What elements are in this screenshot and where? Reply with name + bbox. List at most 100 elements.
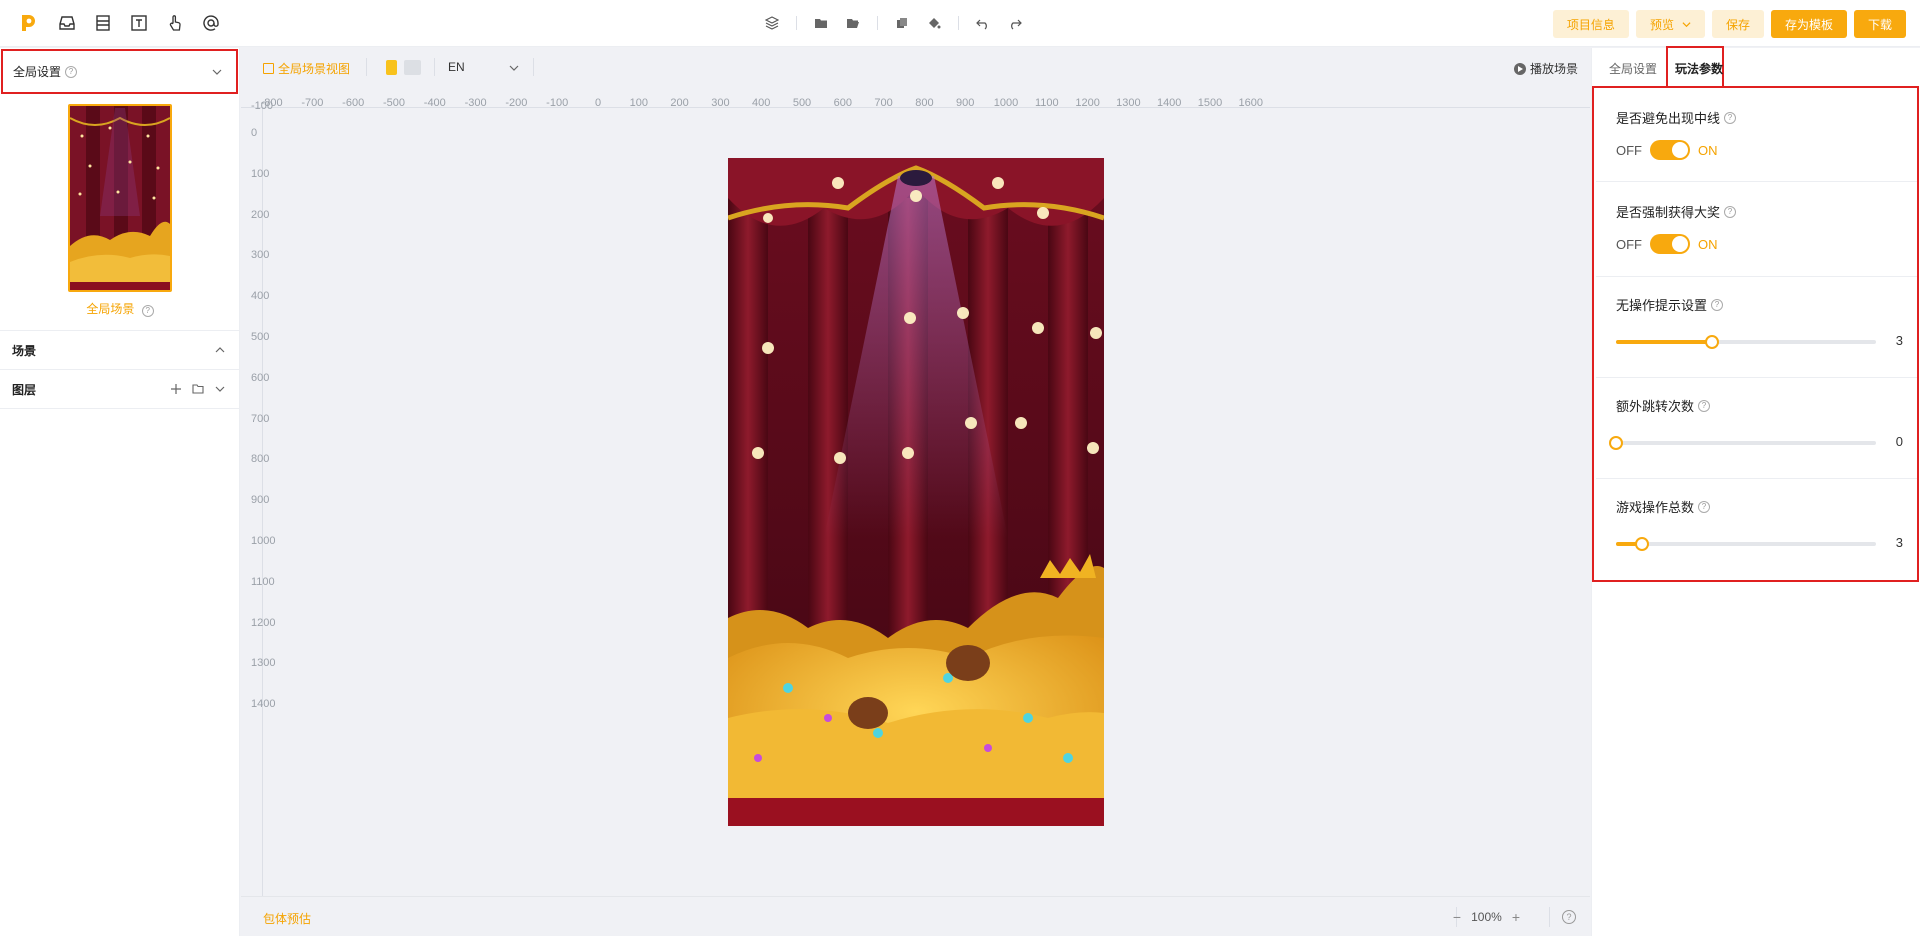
paint-icon[interactable] [926,15,942,31]
divider [1549,907,1550,927]
ruler-tick-label: 200 [670,97,689,109]
ruler-tick-label: 1400 [1156,97,1182,109]
param-label: 额外跳转次数 ? [1616,396,1711,415]
language-select[interactable]: EN [448,60,465,74]
play-scene-button[interactable]: 播放场景 [1513,60,1578,77]
at-icon[interactable] [200,12,222,34]
divider [796,16,797,30]
on-label: ON [1698,142,1718,158]
global-scene-label[interactable]: 全局场景 ? [0,300,240,317]
avoid-center-toggle[interactable] [1650,140,1690,160]
ruler-tick-label: 500 [792,97,812,109]
idle-hint-slider[interactable] [1616,335,1876,349]
undo-icon[interactable] [975,15,991,31]
logo-icon[interactable] [18,13,38,33]
save-button[interactable]: 保存 [1711,10,1764,38]
plus-icon[interactable] [170,383,182,395]
extra-jumps-slider[interactable] [1609,436,1876,450]
scene-canvas[interactable] [728,158,1104,826]
ruler-tick-label: 200 [251,208,270,221]
global-scene-thumbnail[interactable] [68,104,172,292]
chevron-down-icon[interactable] [214,383,226,395]
vertical-ruler: 0 100 200 300 400 500 600 700 800 900 1000 1100 1200… [241,108,275,896]
redo-icon[interactable] [1007,15,1023,31]
zoom-control: − 100% + [1453,909,1520,925]
canvas-bottom-bar: 包体预估 − 100% + ? [241,896,1590,936]
ruler-tick-label: 1600 [1238,97,1264,109]
ruler-tick-label: 1300 [1116,97,1141,109]
scene-view-button[interactable]: 全局场景视图 [263,60,350,77]
project-info-button[interactable]: 项目信息 [1552,10,1629,38]
avoid-center-toggle-row: OFF ON [1616,140,1718,160]
preview-button[interactable]: 预览 [1635,10,1705,38]
param-label: 无操作提示设置 ? [1616,295,1724,314]
scenes-label: 场景 [12,344,37,358]
gameplay-params-panel: 是否避免出现中线 ? OFF ON 是否强制获得大奖 ? OFF ON 无操作提… [1592,86,1919,582]
ruler-tick-label: 1500 [1197,97,1223,109]
question-icon[interactable]: ? [1698,500,1711,513]
download-button[interactable]: 下载 [1853,10,1906,38]
folder-icon[interactable] [192,383,204,395]
hand-pointer-icon[interactable] [164,12,186,34]
ruler-tick-label: 400 [251,290,270,303]
copy-icon[interactable] [894,15,910,31]
ruler-tick-label: 700 [874,97,893,109]
avoid-center-label: 是否避免出现中线 [1616,111,1721,126]
slider-handle[interactable] [1635,537,1649,551]
ruler-tick-label: -300 [464,97,487,109]
text-icon[interactable] [128,12,150,34]
chevron-down-icon[interactable] [212,67,222,77]
question-icon[interactable]: ? [65,65,78,78]
slider-handle[interactable] [1609,436,1623,450]
save-template-button[interactable]: 存为模板 [1770,10,1847,38]
color-swatch-yellow[interactable] [386,60,397,75]
question-icon[interactable]: ? [1724,111,1737,124]
folder-icon[interactable] [813,15,829,31]
question-icon[interactable]: ? [1724,205,1737,218]
chevron-down-icon[interactable] [509,63,519,73]
divider [434,58,435,76]
force-prize-toggle[interactable] [1650,234,1690,254]
slider-handle[interactable] [1705,335,1720,349]
frame-icon [263,63,274,74]
scenes-section[interactable]: 场景 [0,330,240,370]
total-ops-slider[interactable] [1616,537,1876,551]
slider-fill [1616,340,1713,344]
global-settings-label: 全局设置 [13,65,62,79]
divider [958,16,959,30]
layout-icon[interactable] [92,12,114,34]
color-swatch-gray[interactable] [404,60,421,75]
help-icon[interactable]: ? [1562,910,1576,924]
zoom-in-button[interactable]: + [1512,909,1520,925]
budget-estimate-link[interactable]: 包体预估 [263,910,311,927]
ruler-tick-label: -200 [505,97,528,109]
question-icon[interactable]: ? [141,305,154,317]
extra-jumps-value: 0 [1895,434,1903,449]
ruler-tick-label: 0 [594,97,602,109]
total-ops-label: 游戏操作总数 [1616,500,1695,515]
tab-global-settings[interactable]: 全局设置 [1609,60,1657,77]
toggle-knob [1672,142,1688,158]
param-label: 是否强制获得大奖 ? [1616,202,1737,221]
global-settings-header[interactable]: 全局设置 ? [1,49,238,94]
ruler-tick-label: 600 [833,97,852,109]
off-label: OFF [1616,142,1642,158]
ruler-tick-label: -500 [382,97,406,109]
ruler-tick-label: 100 [629,97,648,109]
zoom-out-button[interactable]: − [1453,909,1461,925]
global-scene-text: 全局场景 [86,302,135,316]
ruler-tick-label: 100 [251,167,270,180]
layers-icon[interactable] [764,15,780,31]
tab-gameplay-params[interactable]: 玩法参数 [1675,60,1723,77]
ruler-tick-label: 1300 [251,657,276,670]
chevron-up-icon[interactable] [214,344,226,356]
force-prize-label: 是否强制获得大奖 [1616,205,1721,220]
inbox-icon[interactable] [56,12,78,34]
idle-hint-label: 无操作提示设置 [1616,298,1708,313]
question-icon[interactable]: ? [1698,399,1711,412]
ruler-tick-label: 0 [251,127,258,139]
ruler-tick-label: 1000 [251,535,276,547]
folder-open-icon[interactable] [845,15,861,31]
layers-section[interactable]: 图层 [0,369,240,409]
question-icon[interactable]: ? [1711,298,1724,311]
